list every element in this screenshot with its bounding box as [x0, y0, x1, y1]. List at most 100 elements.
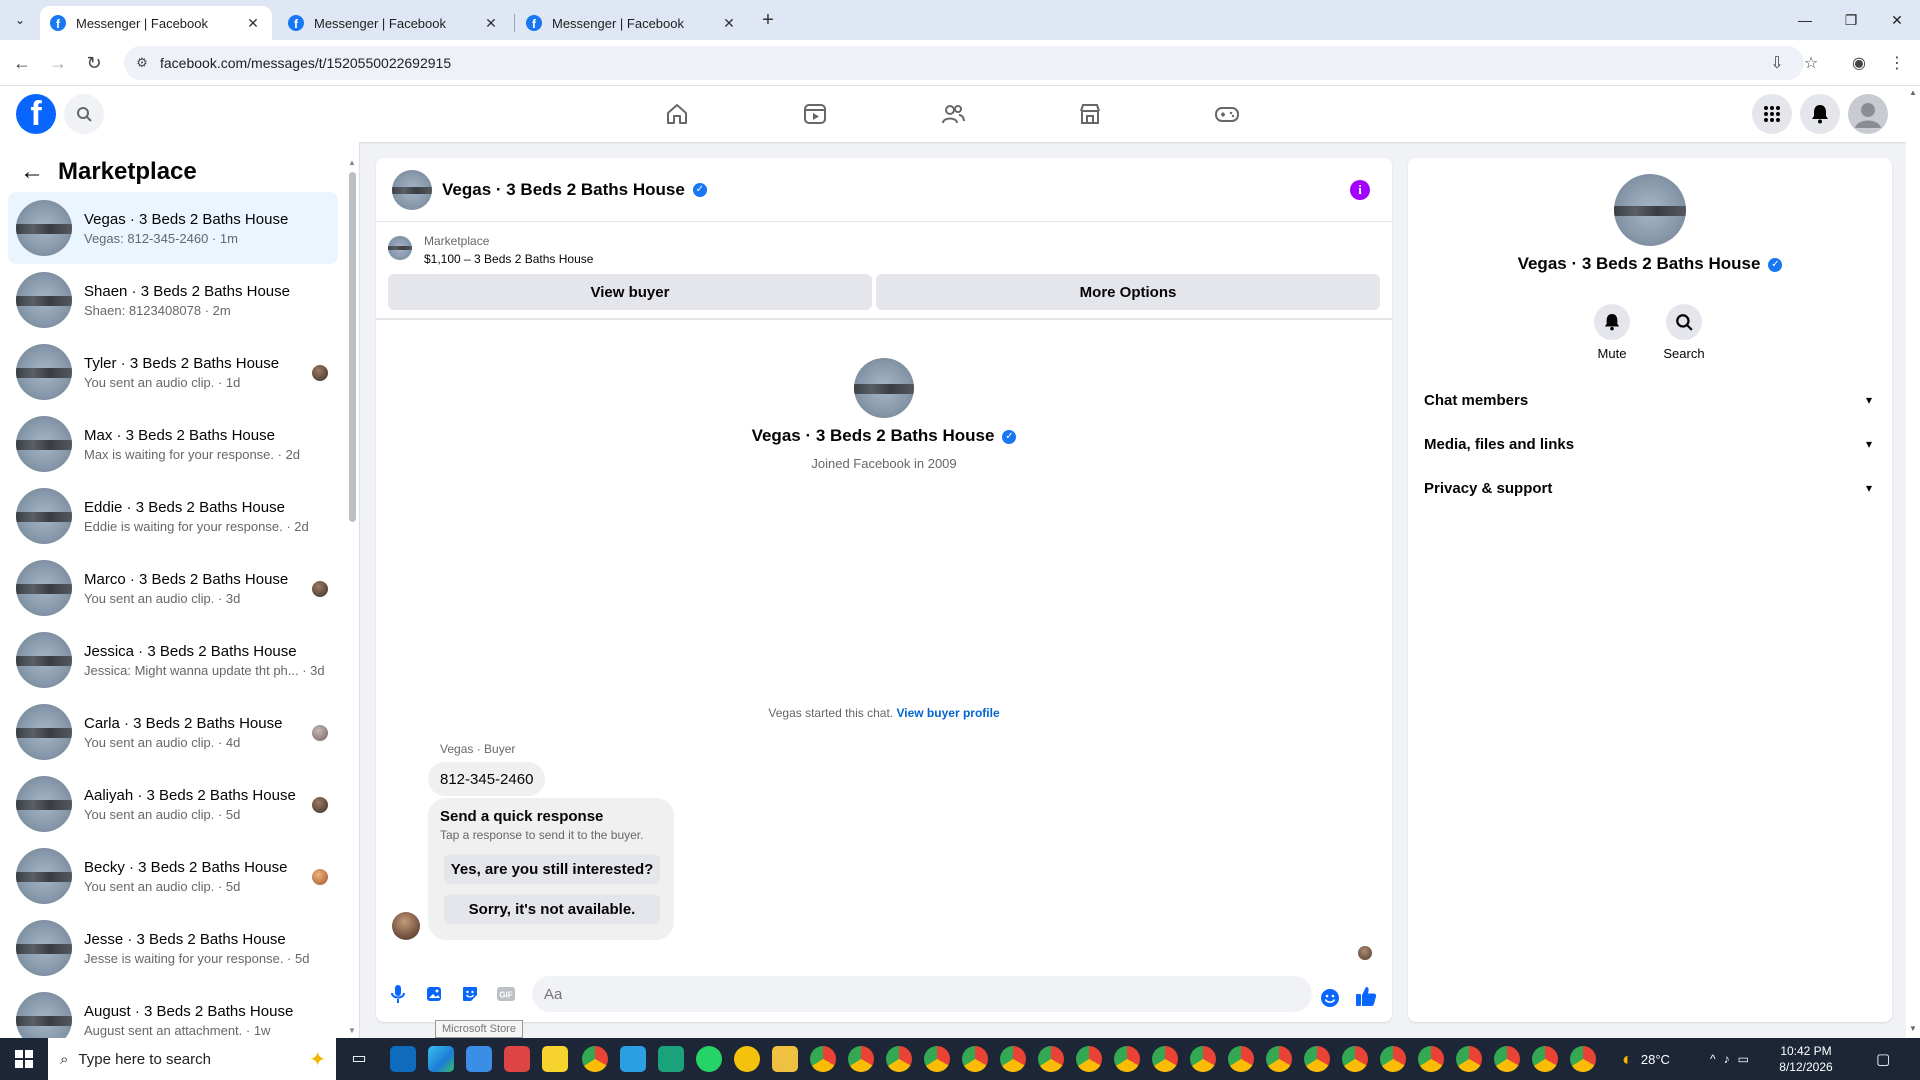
- home-icon[interactable]: [663, 100, 691, 128]
- app-icon[interactable]: [734, 1046, 760, 1072]
- facebook-logo-icon[interactable]: f: [16, 94, 56, 134]
- notifications-bell-icon[interactable]: [1800, 94, 1840, 134]
- tab-search-dropdown[interactable]: ⌄: [8, 8, 32, 32]
- video-icon[interactable]: [801, 100, 829, 128]
- message-input[interactable]: [532, 976, 1312, 1012]
- chrome-icon[interactable]: [1304, 1046, 1330, 1072]
- notification-center-icon[interactable]: ▢: [1876, 1038, 1890, 1080]
- chrome-icon[interactable]: [1076, 1046, 1102, 1072]
- chat-thumbnail[interactable]: [392, 169, 432, 210]
- sticker-icon[interactable]: [458, 982, 482, 1006]
- conversation-item[interactable]: Shaen · 3 Beds 2 Baths House Shaen: 81234…: [8, 264, 338, 336]
- search-conversation-button[interactable]: Search: [1654, 304, 1714, 361]
- browser-tab-3[interactable]: f Messenger | Facebook ✕: [516, 6, 748, 40]
- app-icon[interactable]: [620, 1046, 646, 1072]
- conversation-item[interactable]: Max · 3 Beds 2 Baths House Max is waiting…: [8, 408, 338, 480]
- conversation-item[interactable]: Eddie · 3 Beds 2 Baths House Eddie is wai…: [8, 480, 338, 552]
- chrome-icon[interactable]: [886, 1046, 912, 1072]
- close-tab-icon[interactable]: ✕: [244, 15, 262, 32]
- gif-icon[interactable]: GIF: [494, 982, 518, 1006]
- reload-icon[interactable]: ↻: [82, 51, 106, 75]
- chrome-icon[interactable]: [1494, 1046, 1520, 1072]
- chrome-icon[interactable]: [1266, 1046, 1292, 1072]
- chrome-icon[interactable]: [1380, 1046, 1406, 1072]
- sticky-notes-icon[interactable]: [542, 1046, 568, 1072]
- microphone-icon[interactable]: [386, 982, 410, 1006]
- taskbar-clock[interactable]: 10:42 PM 8/12/2026: [1766, 1043, 1846, 1075]
- chrome-icon[interactable]: [1532, 1046, 1558, 1072]
- quick-response-button[interactable]: Yes, are you still interested?: [444, 854, 660, 884]
- media-files-links-section[interactable]: Media, files and links ▾: [1424, 426, 1876, 462]
- windows-start-icon[interactable]: [0, 1038, 48, 1080]
- restore-button[interactable]: ❐: [1828, 0, 1874, 40]
- microsoft-store-icon[interactable]: [466, 1046, 492, 1072]
- photo-icon[interactable]: [422, 982, 446, 1006]
- browser-tab-1[interactable]: f Messenger | Facebook ✕: [40, 6, 272, 40]
- app-icon[interactable]: [504, 1046, 530, 1072]
- new-tab-button[interactable]: +: [756, 8, 780, 32]
- conversation-item[interactable]: Aaliyah · 3 Beds 2 Baths House You sent a…: [8, 768, 338, 840]
- view-buyer-profile-link[interactable]: View buyer profile: [896, 706, 999, 720]
- chrome-icon[interactable]: [848, 1046, 874, 1072]
- chrome-icon[interactable]: [1342, 1046, 1368, 1072]
- browser-tab-2[interactable]: f Messenger | Facebook ✕: [278, 6, 510, 40]
- conversation-item[interactable]: Becky · 3 Beds 2 Baths House You sent an …: [8, 840, 338, 912]
- forward-arrow-icon[interactable]: →: [46, 51, 70, 75]
- chrome-icon[interactable]: [1228, 1046, 1254, 1072]
- outlook-icon[interactable]: [390, 1046, 416, 1072]
- weather-widget[interactable]: ◐ 28°C: [1622, 1038, 1670, 1080]
- close-window-button[interactable]: ✕: [1874, 0, 1920, 40]
- chat-title[interactable]: Vegas · 3 Beds 2 Baths House: [442, 180, 685, 200]
- chrome-icon[interactable]: [1038, 1046, 1064, 1072]
- site-info-icon[interactable]: ⚙: [124, 55, 160, 71]
- file-explorer-icon[interactable]: [772, 1046, 798, 1072]
- chrome-icon[interactable]: [962, 1046, 988, 1072]
- chrome-icon[interactable]: [810, 1046, 836, 1072]
- chrome-icon[interactable]: [1152, 1046, 1178, 1072]
- edge-icon[interactable]: [428, 1046, 454, 1072]
- conversation-item[interactable]: Tyler · 3 Beds 2 Baths House You sent an …: [8, 336, 338, 408]
- network-icon[interactable]: ▭: [1738, 1052, 1749, 1066]
- install-app-icon[interactable]: ⇩: [1760, 46, 1794, 80]
- friends-icon[interactable]: [939, 100, 967, 128]
- back-arrow-icon[interactable]: ←: [10, 51, 34, 75]
- close-tab-icon[interactable]: ✕: [720, 15, 738, 32]
- chrome-icon[interactable]: [1114, 1046, 1140, 1072]
- chrome-icon[interactable]: [1190, 1046, 1216, 1072]
- conversation-item[interactable]: Carla · 3 Beds 2 Baths House You sent an …: [8, 696, 338, 768]
- sender-avatar[interactable]: [392, 912, 420, 940]
- chrome-icon[interactable]: [1000, 1046, 1026, 1072]
- thumbs-up-icon[interactable]: [1354, 984, 1378, 1008]
- mute-button[interactable]: Mute: [1582, 304, 1642, 361]
- conversation-item[interactable]: Jesse · 3 Beds 2 Baths House Jesse is wai…: [8, 912, 338, 984]
- marketplace-icon[interactable]: [1076, 100, 1104, 128]
- profile-icon[interactable]: ◉: [1842, 46, 1876, 80]
- chrome-icon[interactable]: [1418, 1046, 1444, 1072]
- whatsapp-icon[interactable]: [696, 1046, 722, 1072]
- taskbar-search-box[interactable]: ⌕ Type here to search ✦: [48, 1038, 336, 1080]
- conversation-item[interactable]: Jessica · 3 Beds 2 Baths House Jessica: M…: [8, 624, 338, 696]
- back-arrow-icon[interactable]: ←: [20, 158, 44, 186]
- page-scrollbar[interactable]: ▲ ▼: [1906, 86, 1920, 1038]
- close-tab-icon[interactable]: ✕: [482, 15, 500, 32]
- message-bubble[interactable]: 812-345-2460: [428, 762, 546, 796]
- chrome-icon[interactable]: [924, 1046, 950, 1072]
- view-buyer-button[interactable]: View buyer: [388, 274, 872, 310]
- emoji-icon[interactable]: [1318, 986, 1342, 1010]
- gaming-icon[interactable]: [1213, 100, 1241, 128]
- conversation-item[interactable]: Vegas · 3 Beds 2 Baths House Vegas: 812-3…: [8, 192, 338, 264]
- conversation-item[interactable]: Marco · 3 Beds 2 Baths House You sent an …: [8, 552, 338, 624]
- chrome-icon[interactable]: [1570, 1046, 1596, 1072]
- menu-grid-icon[interactable]: [1752, 94, 1792, 134]
- info-icon[interactable]: i: [1350, 180, 1370, 200]
- account-avatar[interactable]: [1848, 94, 1888, 134]
- chat-members-section[interactable]: Chat members ▾: [1424, 382, 1876, 418]
- chrome-icon[interactable]: [1456, 1046, 1482, 1072]
- app-icon[interactable]: [658, 1046, 684, 1072]
- bookmark-star-icon[interactable]: ☆: [1794, 46, 1828, 80]
- facebook-search-button[interactable]: [64, 94, 104, 134]
- minimize-button[interactable]: —: [1782, 0, 1828, 40]
- privacy-support-section[interactable]: Privacy & support ▾: [1424, 470, 1876, 506]
- conversation-scrollbar[interactable]: ▲ ▼: [348, 158, 356, 1036]
- volume-icon[interactable]: ♪: [1724, 1052, 1730, 1066]
